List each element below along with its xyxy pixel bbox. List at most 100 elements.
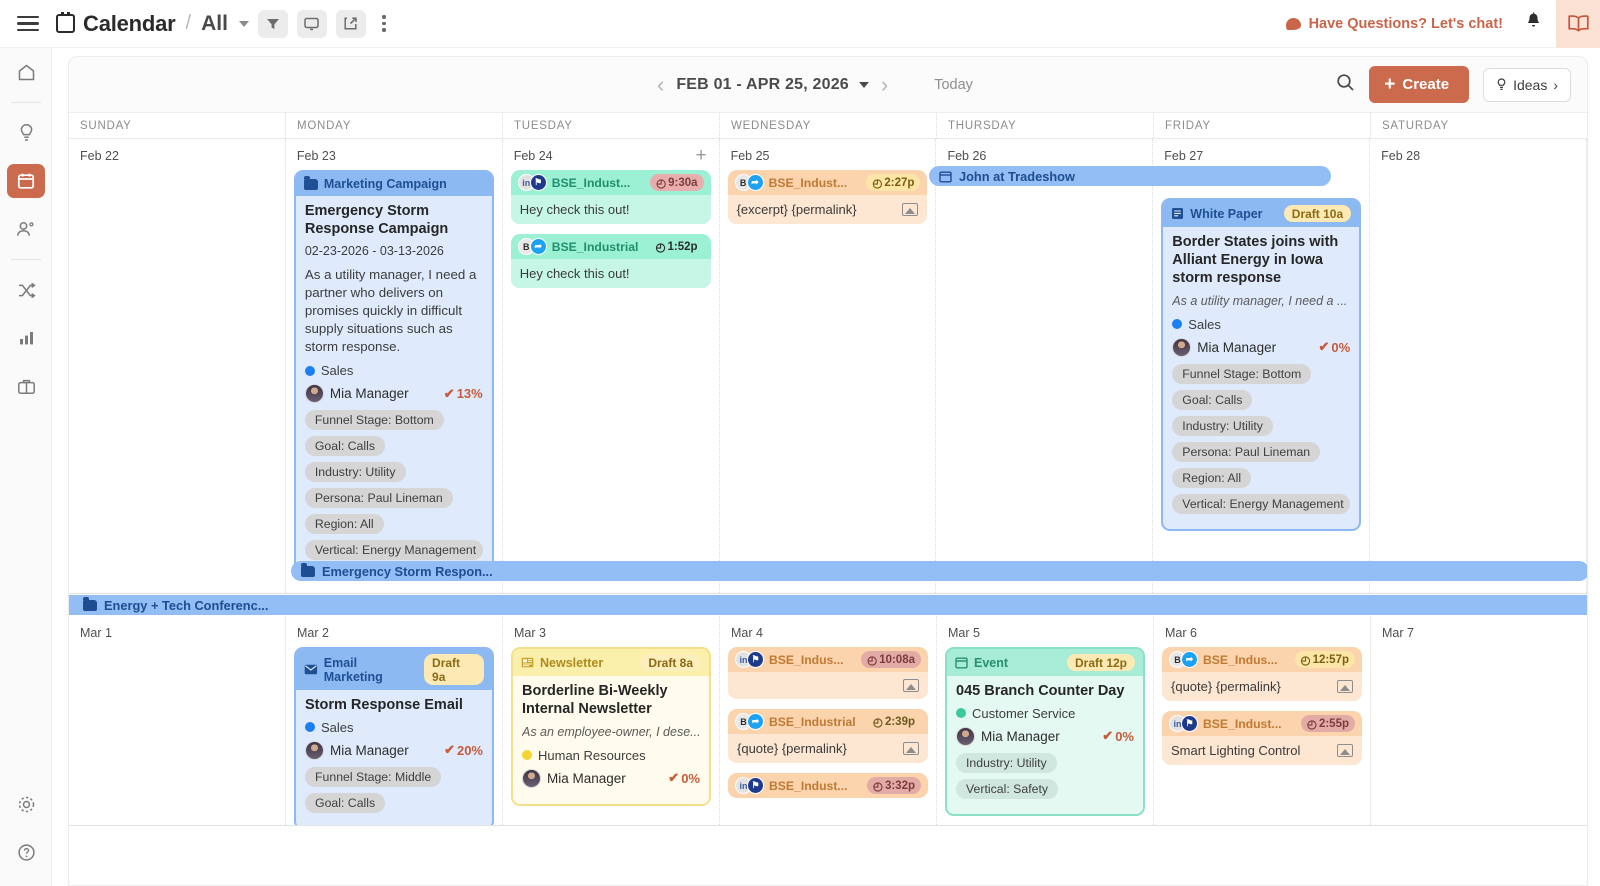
event-card-branch-counter-day[interactable]: Event Draft 12p 045 Branch Counter Day C… — [945, 647, 1145, 816]
day-number: Mar 1 — [69, 616, 285, 647]
draft-badge: Draft 10a — [1284, 205, 1351, 222]
rail-divider-2 — [11, 259, 41, 260]
envelope-icon — [304, 664, 318, 675]
progress-value: 0% — [1331, 340, 1350, 355]
span-event-storm-response[interactable]: Emergency Storm Respon... — [291, 561, 1588, 581]
create-button[interactable]: + Create — [1369, 66, 1469, 103]
prev-period-button[interactable]: ‹ — [645, 74, 676, 96]
social-post-card-wed-227p[interactable]: B ➦ BSE_Indust... ◴ 2:27p {excerpt} {per… — [728, 170, 928, 224]
social-post-card-mar6-1257p[interactable]: B ➦ BSE_Indus... ◴ 12:57p {quote} {perma… — [1162, 647, 1362, 701]
day-cell-mar1[interactable]: Mar 1 — [69, 616, 286, 825]
image-icon — [903, 742, 919, 755]
twitter-icon: ➦ — [530, 238, 547, 255]
event-card-white-paper[interactable]: White Paper Draft 10a Border States join… — [1161, 198, 1361, 531]
sidebar-item-ideas[interactable] — [0, 109, 52, 157]
day-cell-mar5[interactable]: Mar 5 Event Draft 12p 045 Branch Counter… — [937, 616, 1154, 825]
time-badge: ◴ 2:27p — [866, 174, 920, 191]
tag-list: Funnel Stage: Middle Goal: Calls — [305, 767, 483, 819]
sidebar-item-briefcase[interactable] — [0, 362, 52, 410]
chevron-down-icon[interactable] — [239, 21, 249, 27]
sidebar-item-home[interactable] — [0, 48, 52, 96]
sidebar-item-calendar[interactable] — [0, 157, 52, 205]
span-event-tradeshow[interactable]: John at Tradeshow — [929, 166, 1331, 186]
chat-bubble-icon — [1286, 18, 1301, 30]
span-event-conference[interactable]: Energy + Tech Conferenc... — [69, 595, 1588, 615]
add-event-button[interactable]: + — [695, 149, 706, 162]
network-icons: in ⚑ — [518, 174, 547, 191]
event-category: Sales — [305, 363, 483, 378]
category-dot-icon — [305, 366, 315, 376]
week-row-feb22: Feb 22 Feb 23 Marketing Campaign Emergen… — [69, 139, 1587, 594]
progress-badge: ✔ 0% — [668, 770, 700, 786]
share-button[interactable] — [336, 10, 366, 38]
search-button[interactable] — [1336, 73, 1355, 97]
social-post-card-tue-930a[interactable]: in ⚑ BSE_Indust... ◴ 9:30a Hey check thi… — [511, 170, 711, 224]
event-card-email-marketing[interactable]: Email Marketing Draft 9a Storm Response … — [294, 647, 494, 825]
event-dates: 02-23-2026 - 03-13-2026 — [305, 244, 483, 258]
tag-region: Region: All — [305, 514, 384, 534]
clock-icon: ◴ — [655, 240, 665, 254]
weekday-sunday: SUNDAY — [69, 113, 286, 138]
event-category: Human Resources — [522, 748, 700, 763]
day-number: Feb 23 — [286, 139, 502, 170]
date-range-selector[interactable]: FEB 01 - APR 25, 2026 — [676, 76, 869, 94]
day-cell-feb23[interactable]: Feb 23 Marketing Campaign Emergency Stor… — [286, 139, 503, 593]
clock-icon: ◴ — [873, 715, 883, 729]
time-badge: ◴ 10:08a — [861, 651, 921, 668]
day-cell-mar6[interactable]: Mar 6 B ➦ BSE_Indus... ◴ 12:57p — [1154, 616, 1371, 825]
event-card-marketing-campaign[interactable]: Marketing Campaign Emergency Storm Respo… — [294, 170, 494, 577]
question-circle-icon — [17, 843, 36, 862]
day-cell-feb27[interactable]: Feb 27 White Paper Draft 10a Border Stat… — [1153, 139, 1370, 593]
next-period-button[interactable]: › — [869, 74, 900, 96]
card-body: Emergency Storm Response Campaign 02-23-… — [296, 196, 492, 575]
sidebar-item-analytics[interactable] — [0, 314, 52, 362]
day-cell-feb25[interactable]: Feb 25 B ➦ BSE_Indust... ◴ 2:27p — [720, 139, 937, 593]
card-body: Hey check this out! — [511, 195, 711, 224]
card-body: {quote} {permalink} — [1162, 672, 1362, 701]
event-owner: Mia Manager ✔ 20% — [305, 741, 483, 760]
account-name: BSE_Indust... — [1203, 717, 1282, 731]
sidebar-item-people[interactable] — [0, 205, 52, 253]
day-cell-feb22[interactable]: Feb 22 — [69, 139, 286, 593]
sidebar-item-settings[interactable] — [0, 780, 52, 828]
notifications-button[interactable] — [1525, 12, 1542, 35]
social-post-card-mar4-239p[interactable]: B ➦ BSE_Industrial ◴ 2:39p {quote} {perm… — [728, 709, 928, 763]
event-title: Border States joins with Alliant Energy … — [1172, 234, 1350, 288]
event-title: Borderline Bi-Weekly Internal Newsletter — [522, 683, 700, 719]
day-cell-feb26[interactable]: Feb 26 — [936, 139, 1153, 593]
hamburger-icon[interactable] — [0, 16, 56, 32]
post-text: Smart Lighting Control — [1171, 743, 1300, 758]
today-button[interactable]: Today — [934, 77, 973, 93]
folder-icon — [301, 566, 315, 577]
clock-icon: ◴ — [1301, 653, 1311, 667]
chat-link[interactable]: Have Questions? Let's chat! — [1286, 16, 1503, 32]
day-cell-mar7[interactable]: Mar 7 — [1371, 616, 1587, 825]
social-post-card-tue-152p[interactable]: B ➦ BSE_Industrial ◴ 1:52p Hey check thi… — [511, 234, 711, 288]
filter-button[interactable] — [258, 10, 288, 38]
draft-badge: Draft 12p — [1067, 654, 1135, 671]
twitter-icon: ➦ — [1181, 651, 1198, 668]
knowledge-book-button[interactable] — [1556, 0, 1600, 48]
sidebar-item-help[interactable] — [0, 828, 52, 876]
sidebar-item-shuffle[interactable] — [0, 266, 52, 314]
folder-icon — [83, 600, 97, 611]
tag-vertical: Vertical: Energy Management — [305, 540, 483, 560]
flag-icon: ⚑ — [747, 777, 764, 794]
social-post-card-mar4-332p[interactable]: in ⚑ BSE_Indust... ◴ 3:32p — [728, 773, 928, 798]
day-cell-mar3[interactable]: Mar 3 Newsletter Draft 8a Borderline Bi-… — [503, 616, 720, 825]
day-cell-mar4[interactable]: Mar 4 in ⚑ BSE_Indus... ◴ 10:08a — [720, 616, 937, 825]
display-button[interactable] — [297, 10, 327, 38]
day-cell-feb24[interactable]: Feb 24 + in ⚑ BSE_Indust... ◴ 9:30a — [503, 139, 720, 593]
kebab-menu-icon[interactable] — [373, 15, 395, 31]
day-cell-mar2[interactable]: Mar 2 Email Marketing Draft 9a Storm Res… — [286, 616, 503, 825]
card-header: B ➦ BSE_Industrial ◴ 2:39p — [728, 709, 928, 734]
day-number: Feb 22 — [69, 139, 285, 170]
bar-chart-icon — [18, 330, 35, 346]
ideas-button[interactable]: Ideas › — [1483, 68, 1571, 102]
event-card-newsletter[interactable]: Newsletter Draft 8a Borderline Bi-Weekly… — [511, 647, 711, 806]
day-cell-feb28[interactable]: Feb 28 — [1370, 139, 1587, 593]
social-post-card-mar4-1008a[interactable]: in ⚑ BSE_Indus... ◴ 10:08a — [728, 647, 928, 699]
calendar-scope-label[interactable]: All — [201, 12, 228, 36]
card-body: {quote} {permalink} — [728, 734, 928, 763]
social-post-card-mar6-255p[interactable]: in ⚑ BSE_Indust... ◴ 2:55p Smart Lightin… — [1162, 711, 1362, 765]
